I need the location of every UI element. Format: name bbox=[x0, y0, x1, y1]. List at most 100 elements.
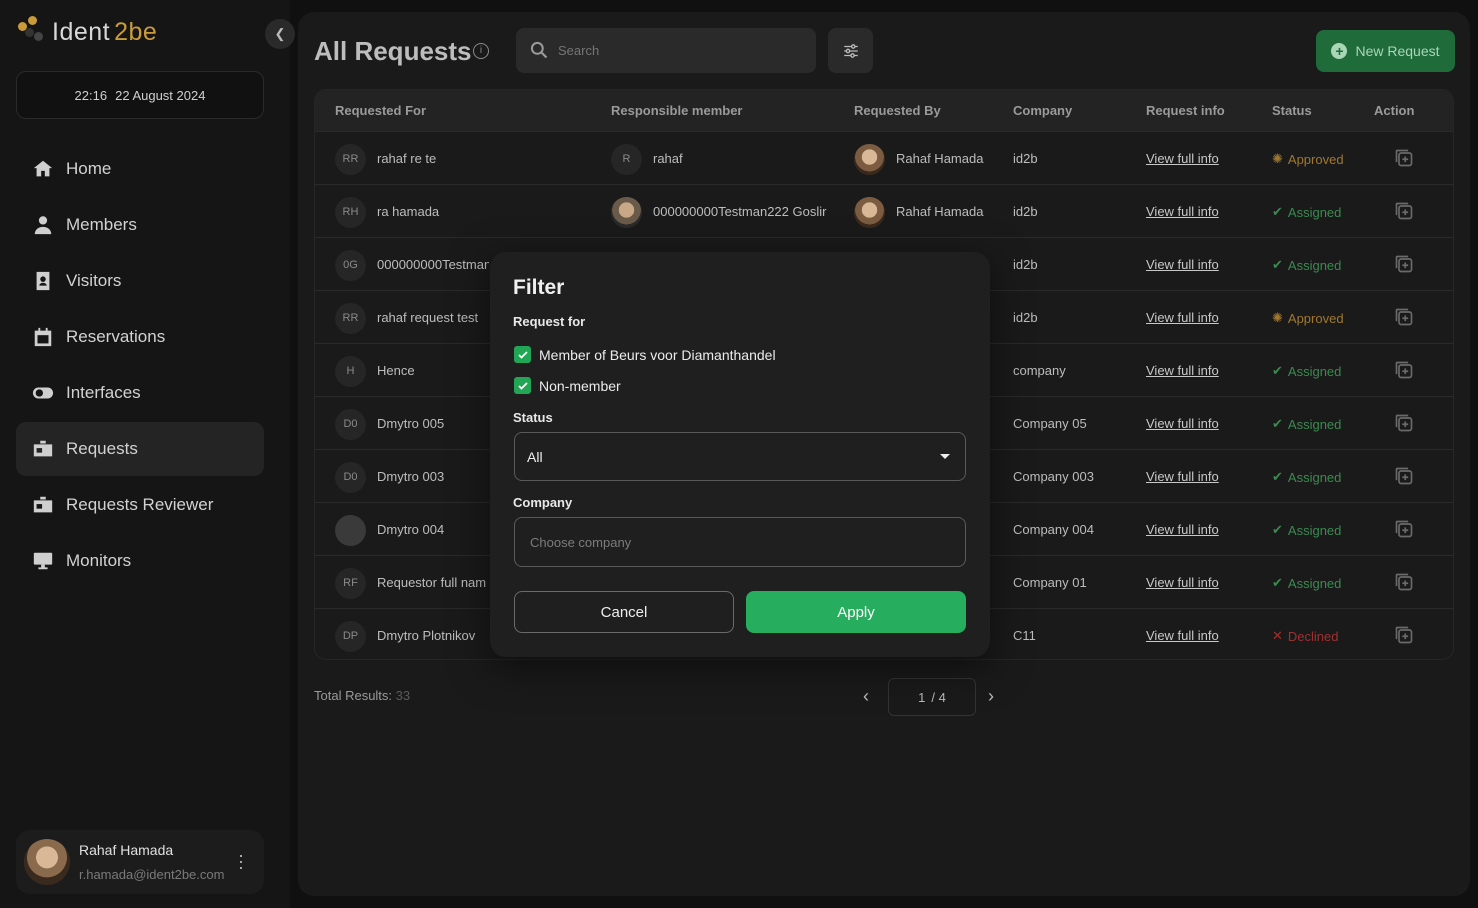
company: Company 004 bbox=[1013, 522, 1094, 537]
status-text: Assigned bbox=[1287, 363, 1342, 379]
request-for-label: Request for bbox=[513, 314, 586, 329]
status-text: Approved bbox=[1287, 151, 1344, 167]
responsible-member: rahaf bbox=[653, 151, 683, 166]
nav-item-members[interactable]: Members bbox=[16, 198, 264, 252]
company-label: Company bbox=[513, 495, 573, 510]
more-options-icon[interactable]: · · · bbox=[236, 846, 246, 876]
status-badge: ✔ Assigned bbox=[1272, 416, 1341, 432]
nav-item-interfaces[interactable]: Interfaces bbox=[16, 366, 264, 420]
next-page-button[interactable]: › bbox=[988, 686, 994, 707]
briefcase-icon bbox=[33, 440, 53, 457]
member-checkbox[interactable] bbox=[514, 346, 531, 363]
status-text: Assigned bbox=[1287, 469, 1342, 485]
nav-item-monitors[interactable]: Monitors bbox=[16, 534, 264, 588]
nav-item-visitors[interactable]: Visitors bbox=[16, 254, 264, 308]
new-request-button[interactable]: + New Request bbox=[1316, 30, 1455, 72]
company: id2b bbox=[1013, 204, 1038, 219]
view-full-info-link[interactable]: View full info bbox=[1146, 416, 1219, 431]
add-copy-icon[interactable] bbox=[1394, 519, 1414, 539]
nav-item-requests-reviewer[interactable]: Requests Reviewer bbox=[16, 478, 264, 532]
requested-by-avatar bbox=[854, 144, 885, 175]
status-assigned-icon: ✔ bbox=[1272, 522, 1283, 537]
nav-label: Monitors bbox=[66, 551, 132, 570]
company: Company 01 bbox=[1013, 575, 1087, 590]
status-badge: ✔ Assigned bbox=[1272, 257, 1341, 273]
nav-item-requests[interactable]: Requests bbox=[16, 422, 264, 476]
person-icon bbox=[34, 216, 52, 235]
nav-item-reservations[interactable]: Reservations bbox=[16, 310, 264, 364]
view-full-info-link[interactable]: View full info bbox=[1146, 575, 1219, 590]
current-page: 1 bbox=[918, 689, 926, 705]
view-full-info-link[interactable]: View full info bbox=[1146, 204, 1219, 219]
nav-item-home[interactable]: Home bbox=[16, 142, 264, 196]
apply-button[interactable]: Apply bbox=[746, 591, 966, 633]
status-text: Declined bbox=[1287, 628, 1339, 644]
add-copy-icon[interactable] bbox=[1394, 307, 1414, 327]
view-full-info-link[interactable]: View full info bbox=[1146, 257, 1219, 272]
nav-label: Reservations bbox=[66, 327, 166, 346]
user-profile-card[interactable]: Rahaf Hamada r.hamada@ident2be.com · · · bbox=[16, 830, 264, 894]
status-value: All bbox=[527, 448, 543, 465]
cancel-button[interactable]: Cancel bbox=[514, 591, 734, 633]
previous-page-button[interactable]: ‹ bbox=[863, 686, 869, 707]
view-full-info-link[interactable]: View full info bbox=[1146, 151, 1219, 166]
column-header: Action bbox=[1374, 103, 1415, 118]
non-member-option-label[interactable]: Non-member bbox=[539, 378, 621, 394]
add-copy-icon[interactable] bbox=[1394, 360, 1414, 380]
brand-suffix: 2be bbox=[114, 17, 158, 46]
filter-button[interactable] bbox=[828, 28, 873, 73]
add-copy-icon[interactable] bbox=[1394, 201, 1414, 221]
requested-for: Dmytro 004 bbox=[377, 522, 445, 537]
status-select[interactable]: All bbox=[514, 432, 966, 481]
add-copy-icon[interactable] bbox=[1394, 413, 1414, 433]
checkmark-icon bbox=[517, 381, 528, 390]
view-full-info-link[interactable]: View full info bbox=[1146, 628, 1219, 643]
company: C11 bbox=[1013, 628, 1036, 643]
status-assigned-icon: ✔ bbox=[1272, 469, 1283, 484]
status-badge: ✕ Declined bbox=[1272, 628, 1339, 644]
sidebar: Ident 2be ❮ 22:16 22 August 2024 Home Mem… bbox=[0, 0, 295, 908]
info-icon[interactable]: i bbox=[473, 43, 489, 59]
member-option-label[interactable]: Member of Beurs voor Diamanthandel bbox=[539, 347, 776, 363]
non-member-checkbox[interactable] bbox=[514, 377, 531, 394]
nav-label: Members bbox=[66, 215, 137, 234]
requested-for: 000000000Testman bbox=[377, 257, 489, 272]
page-title: All Requests bbox=[314, 36, 472, 66]
caret-down-icon bbox=[940, 454, 950, 459]
nav-label: Home bbox=[66, 159, 112, 178]
total-results: Total Results: 33 bbox=[314, 688, 410, 703]
status-assigned-icon: ✔ bbox=[1272, 416, 1283, 431]
view-full-info-link[interactable]: View full info bbox=[1146, 522, 1219, 537]
total-label: Total Results: bbox=[314, 688, 393, 703]
dialog-title: Filter bbox=[513, 276, 565, 299]
checkmark-icon bbox=[517, 350, 528, 359]
status-badge: ✔ Assigned bbox=[1272, 522, 1341, 538]
chevron-right-icon: › bbox=[988, 686, 994, 706]
status-declined-icon: ✕ bbox=[1272, 628, 1283, 643]
view-full-info-link[interactable]: View full info bbox=[1146, 363, 1219, 378]
add-copy-icon[interactable] bbox=[1394, 466, 1414, 486]
view-full-info-link[interactable]: View full info bbox=[1146, 310, 1219, 325]
view-full-info-link[interactable]: View full info bbox=[1146, 469, 1219, 484]
column-header: Company bbox=[1013, 103, 1073, 118]
status-badge: ✔ Assigned bbox=[1272, 469, 1341, 485]
status-badge: ✔ Assigned bbox=[1272, 363, 1341, 379]
company-select[interactable]: Choose company bbox=[514, 517, 966, 567]
company: Company 003 bbox=[1013, 469, 1094, 484]
add-copy-icon[interactable] bbox=[1394, 625, 1414, 645]
logo[interactable]: Ident 2be bbox=[16, 16, 157, 48]
requester-avatar: RR bbox=[335, 144, 366, 175]
new-request-label: New Request bbox=[1355, 43, 1440, 59]
status-text: Assigned bbox=[1287, 204, 1342, 220]
table-row: RR rahaf re te Rrahaf Rahaf Hamada id2b View … bbox=[315, 131, 1453, 184]
chevron-left-icon: ‹ bbox=[863, 686, 869, 706]
search-input[interactable] bbox=[516, 28, 816, 73]
company: id2b bbox=[1013, 310, 1038, 325]
user-email: r.hamada@ident2be.com bbox=[79, 867, 225, 882]
add-copy-icon[interactable] bbox=[1394, 254, 1414, 274]
status-text: Assigned bbox=[1287, 257, 1342, 273]
add-copy-icon[interactable] bbox=[1394, 148, 1414, 168]
collapse-sidebar-button[interactable]: ❮ bbox=[265, 19, 295, 49]
page-indicator[interactable]: 1 / 4 bbox=[888, 678, 976, 716]
add-copy-icon[interactable] bbox=[1394, 572, 1414, 592]
